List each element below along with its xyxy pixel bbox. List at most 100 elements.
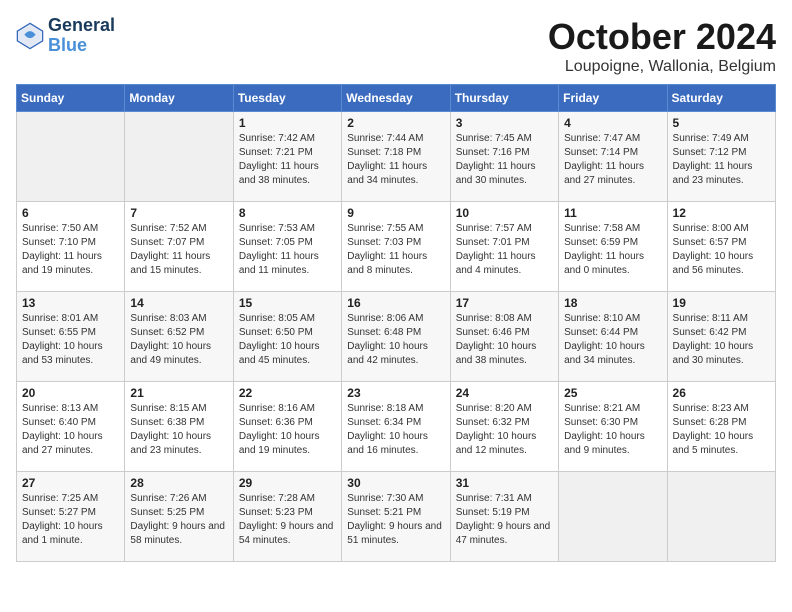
calendar-cell: 4 Sunrise: 7:47 AM Sunset: 7:14 PM Daylig… bbox=[559, 112, 667, 202]
day-info: Sunrise: 8:03 AM Sunset: 6:52 PM Dayligh… bbox=[130, 312, 227, 368]
day-info: Sunrise: 7:31 AM Sunset: 5:19 PM Dayligh… bbox=[456, 492, 553, 548]
page-header: General Blue October 2024 Loupoigne, Wal… bbox=[16, 16, 776, 76]
day-number: 1 bbox=[239, 116, 336, 130]
day-number: 17 bbox=[456, 296, 553, 310]
calendar-cell: 7 Sunrise: 7:52 AM Sunset: 7:07 PM Daylig… bbox=[125, 202, 233, 292]
day-number: 3 bbox=[456, 116, 553, 130]
location-subtitle: Loupoigne, Wallonia, Belgium bbox=[548, 58, 776, 76]
day-info: Sunrise: 8:23 AM Sunset: 6:28 PM Dayligh… bbox=[673, 402, 770, 458]
calendar-cell: 27Sunrise: 7:25 AM Sunset: 5:27 PM Dayli… bbox=[17, 472, 125, 562]
col-thursday: Thursday bbox=[450, 85, 558, 112]
title-block: October 2024 Loupoigne, Wallonia, Belgiu… bbox=[548, 16, 776, 76]
calendar-week-1: 1 Sunrise: 7:42 AM Sunset: 7:21 PM Daylig… bbox=[17, 112, 776, 202]
day-info: Sunrise: 8:01 AM Sunset: 6:55 PM Dayligh… bbox=[22, 312, 119, 368]
day-info: Sunrise: 8:08 AM Sunset: 6:46 PM Dayligh… bbox=[456, 312, 553, 368]
calendar-cell: 12 Sunrise: 8:00 AM Sunset: 6:57 PM Dayli… bbox=[667, 202, 775, 292]
day-number: 9 bbox=[347, 206, 444, 220]
logo-icon bbox=[16, 22, 44, 50]
col-monday: Monday bbox=[125, 85, 233, 112]
day-number: 31 bbox=[456, 476, 553, 490]
day-info: Sunrise: 7:55 AM Sunset: 7:03 PM Dayligh… bbox=[347, 222, 444, 278]
header-row: Sunday Monday Tuesday Wednesday Thursday… bbox=[17, 85, 776, 112]
day-number: 14 bbox=[130, 296, 227, 310]
calendar-cell: 3 Sunrise: 7:45 AM Sunset: 7:16 PM Daylig… bbox=[450, 112, 558, 202]
day-number: 22 bbox=[239, 386, 336, 400]
calendar-week-4: 20Sunrise: 8:13 AM Sunset: 6:40 PM Dayli… bbox=[17, 382, 776, 472]
day-info: Sunrise: 8:13 AM Sunset: 6:40 PM Dayligh… bbox=[22, 402, 119, 458]
logo: General Blue bbox=[16, 16, 115, 56]
calendar-cell: 11 Sunrise: 7:58 AM Sunset: 6:59 PM Dayli… bbox=[559, 202, 667, 292]
day-number: 12 bbox=[673, 206, 770, 220]
day-number: 10 bbox=[456, 206, 553, 220]
col-wednesday: Wednesday bbox=[342, 85, 450, 112]
logo-line2: Blue bbox=[48, 36, 115, 56]
day-number: 23 bbox=[347, 386, 444, 400]
calendar-cell: 5Sunrise: 7:49 AM Sunset: 7:12 PM Daylig… bbox=[667, 112, 775, 202]
calendar-cell: 10 Sunrise: 7:57 AM Sunset: 7:01 PM Dayli… bbox=[450, 202, 558, 292]
calendar-week-2: 6 Sunrise: 7:50 AM Sunset: 7:10 PM Daylig… bbox=[17, 202, 776, 292]
day-number: 2 bbox=[347, 116, 444, 130]
day-number: 18 bbox=[564, 296, 661, 310]
calendar-table: Sunday Monday Tuesday Wednesday Thursday… bbox=[16, 84, 776, 562]
col-sunday: Sunday bbox=[17, 85, 125, 112]
day-info: Sunrise: 7:47 AM Sunset: 7:14 PM Dayligh… bbox=[564, 132, 661, 188]
calendar-cell: 9 Sunrise: 7:55 AM Sunset: 7:03 PM Daylig… bbox=[342, 202, 450, 292]
day-info: Sunrise: 7:44 AM Sunset: 7:18 PM Dayligh… bbox=[347, 132, 444, 188]
day-info: Sunrise: 7:42 AM Sunset: 7:21 PM Dayligh… bbox=[239, 132, 336, 188]
calendar-cell: 26Sunrise: 8:23 AM Sunset: 6:28 PM Dayli… bbox=[667, 382, 775, 472]
day-info: Sunrise: 8:05 AM Sunset: 6:50 PM Dayligh… bbox=[239, 312, 336, 368]
calendar-cell bbox=[17, 112, 125, 202]
day-info: Sunrise: 8:18 AM Sunset: 6:34 PM Dayligh… bbox=[347, 402, 444, 458]
day-number: 7 bbox=[130, 206, 227, 220]
calendar-cell: 29 Sunrise: 7:28 AM Sunset: 5:23 PM Dayli… bbox=[233, 472, 341, 562]
calendar-cell: 24Sunrise: 8:20 AM Sunset: 6:32 PM Dayli… bbox=[450, 382, 558, 472]
calendar-cell: 31 Sunrise: 7:31 AM Sunset: 5:19 PM Dayli… bbox=[450, 472, 558, 562]
day-info: Sunrise: 7:26 AM Sunset: 5:25 PM Dayligh… bbox=[130, 492, 227, 548]
calendar-week-5: 27Sunrise: 7:25 AM Sunset: 5:27 PM Dayli… bbox=[17, 472, 776, 562]
col-tuesday: Tuesday bbox=[233, 85, 341, 112]
day-number: 6 bbox=[22, 206, 119, 220]
day-info: Sunrise: 7:49 AM Sunset: 7:12 PM Dayligh… bbox=[673, 132, 770, 188]
calendar-cell: 13Sunrise: 8:01 AM Sunset: 6:55 PM Dayli… bbox=[17, 292, 125, 382]
day-number: 29 bbox=[239, 476, 336, 490]
calendar-cell bbox=[559, 472, 667, 562]
day-info: Sunrise: 7:53 AM Sunset: 7:05 PM Dayligh… bbox=[239, 222, 336, 278]
day-number: 28 bbox=[130, 476, 227, 490]
calendar-cell: 17 Sunrise: 8:08 AM Sunset: 6:46 PM Dayli… bbox=[450, 292, 558, 382]
day-info: Sunrise: 7:50 AM Sunset: 7:10 PM Dayligh… bbox=[22, 222, 119, 278]
col-saturday: Saturday bbox=[667, 85, 775, 112]
day-number: 19 bbox=[673, 296, 770, 310]
day-info: Sunrise: 8:10 AM Sunset: 6:44 PM Dayligh… bbox=[564, 312, 661, 368]
calendar-cell: 22 Sunrise: 8:16 AM Sunset: 6:36 PM Dayli… bbox=[233, 382, 341, 472]
day-info: Sunrise: 8:21 AM Sunset: 6:30 PM Dayligh… bbox=[564, 402, 661, 458]
calendar-cell bbox=[667, 472, 775, 562]
calendar-cell: 15 Sunrise: 8:05 AM Sunset: 6:50 PM Dayli… bbox=[233, 292, 341, 382]
day-number: 11 bbox=[564, 206, 661, 220]
day-info: Sunrise: 8:16 AM Sunset: 6:36 PM Dayligh… bbox=[239, 402, 336, 458]
day-number: 16 bbox=[347, 296, 444, 310]
calendar-cell: 6 Sunrise: 7:50 AM Sunset: 7:10 PM Daylig… bbox=[17, 202, 125, 292]
day-info: Sunrise: 7:28 AM Sunset: 5:23 PM Dayligh… bbox=[239, 492, 336, 548]
day-info: Sunrise: 7:45 AM Sunset: 7:16 PM Dayligh… bbox=[456, 132, 553, 188]
col-friday: Friday bbox=[559, 85, 667, 112]
day-number: 30 bbox=[347, 476, 444, 490]
day-info: Sunrise: 7:52 AM Sunset: 7:07 PM Dayligh… bbox=[130, 222, 227, 278]
day-info: Sunrise: 8:06 AM Sunset: 6:48 PM Dayligh… bbox=[347, 312, 444, 368]
calendar-cell: 20Sunrise: 8:13 AM Sunset: 6:40 PM Dayli… bbox=[17, 382, 125, 472]
day-info: Sunrise: 8:00 AM Sunset: 6:57 PM Dayligh… bbox=[673, 222, 770, 278]
calendar-cell: 25 Sunrise: 8:21 AM Sunset: 6:30 PM Dayli… bbox=[559, 382, 667, 472]
calendar-cell: 30 Sunrise: 7:30 AM Sunset: 5:21 PM Dayli… bbox=[342, 472, 450, 562]
day-number: 25 bbox=[564, 386, 661, 400]
calendar-cell: 16 Sunrise: 8:06 AM Sunset: 6:48 PM Dayli… bbox=[342, 292, 450, 382]
day-info: Sunrise: 7:57 AM Sunset: 7:01 PM Dayligh… bbox=[456, 222, 553, 278]
calendar-cell bbox=[125, 112, 233, 202]
day-info: Sunrise: 7:30 AM Sunset: 5:21 PM Dayligh… bbox=[347, 492, 444, 548]
calendar-cell: 1 Sunrise: 7:42 AM Sunset: 7:21 PM Daylig… bbox=[233, 112, 341, 202]
day-info: Sunrise: 7:25 AM Sunset: 5:27 PM Dayligh… bbox=[22, 492, 119, 548]
day-number: 24 bbox=[456, 386, 553, 400]
calendar-cell: 14 Sunrise: 8:03 AM Sunset: 6:52 PM Dayli… bbox=[125, 292, 233, 382]
day-info: Sunrise: 7:58 AM Sunset: 6:59 PM Dayligh… bbox=[564, 222, 661, 278]
calendar-cell: 21Sunrise: 8:15 AM Sunset: 6:38 PM Dayli… bbox=[125, 382, 233, 472]
day-number: 15 bbox=[239, 296, 336, 310]
day-number: 4 bbox=[564, 116, 661, 130]
